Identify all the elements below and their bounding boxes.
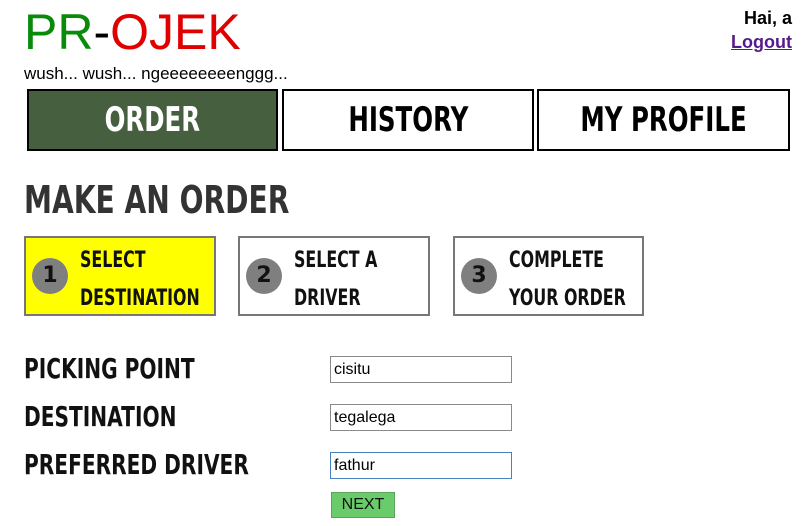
destination-label: DESTINATION (24, 400, 236, 434)
tab-history[interactable]: HISTORY (282, 89, 534, 151)
logo-separator: - (93, 4, 111, 60)
logo-ojek: OJEK (110, 4, 241, 60)
tab-my-profile[interactable]: MY PROFILE (537, 89, 790, 151)
preferred-driver-label: PREFERRED DRIVER (24, 448, 336, 482)
tab-my-profile-label: MY PROFILE (580, 100, 747, 140)
logo-pr: PR (24, 4, 94, 60)
step-select-driver: 2 SELECT A DRIVER (238, 236, 430, 316)
picking-point-label: PICKING POINT (24, 352, 261, 386)
step-complete-order: 3 COMPLETE YOUR ORDER (453, 236, 644, 316)
step-number-badge: 1 (32, 258, 68, 294)
step-label: COMPLETE YOUR ORDER (509, 242, 659, 318)
tab-order-label: ORDER (104, 100, 201, 140)
step-select-destination: 1 SELECT DESTINATION (24, 236, 216, 316)
tab-order[interactable]: ORDER (27, 89, 278, 151)
page-title-text: MAKE AN ORDER (24, 178, 290, 222)
step-label-line2: YOUR ORDER (509, 286, 626, 311)
step-label: SELECT DESTINATION (80, 242, 230, 318)
picking-point-input[interactable] (330, 356, 512, 383)
user-greeting-block: Hai, a Logout (731, 6, 792, 54)
step-label-line1: SELECT A (294, 248, 378, 273)
destination-label-text: DESTINATION (24, 400, 177, 433)
preferred-driver-input[interactable] (330, 452, 512, 479)
step-number-badge: 2 (246, 258, 282, 294)
step-label: SELECT A DRIVER (294, 242, 444, 318)
logout-link[interactable]: Logout (731, 32, 792, 52)
destination-input[interactable] (330, 404, 512, 431)
page-title: MAKE AN ORDER (24, 178, 383, 223)
tab-history-label: HISTORY (348, 100, 468, 140)
picking-point-label-text: PICKING POINT (24, 352, 195, 385)
next-button[interactable]: NEXT (331, 492, 395, 518)
step-label-line2: DRIVER (294, 286, 361, 311)
app-logo: PR-OJEK (24, 4, 241, 60)
tagline: wush... wush... ngeeeeeeeenggg... (24, 64, 288, 83)
step-label-line2: DESTINATION (80, 286, 200, 311)
step-label-line1: COMPLETE (509, 248, 605, 273)
greeting-text: Hai, a (743, 8, 792, 28)
preferred-driver-label-text: PREFERRED DRIVER (24, 448, 249, 481)
step-number-badge: 3 (461, 258, 497, 294)
step-label-line1: SELECT (80, 248, 146, 273)
